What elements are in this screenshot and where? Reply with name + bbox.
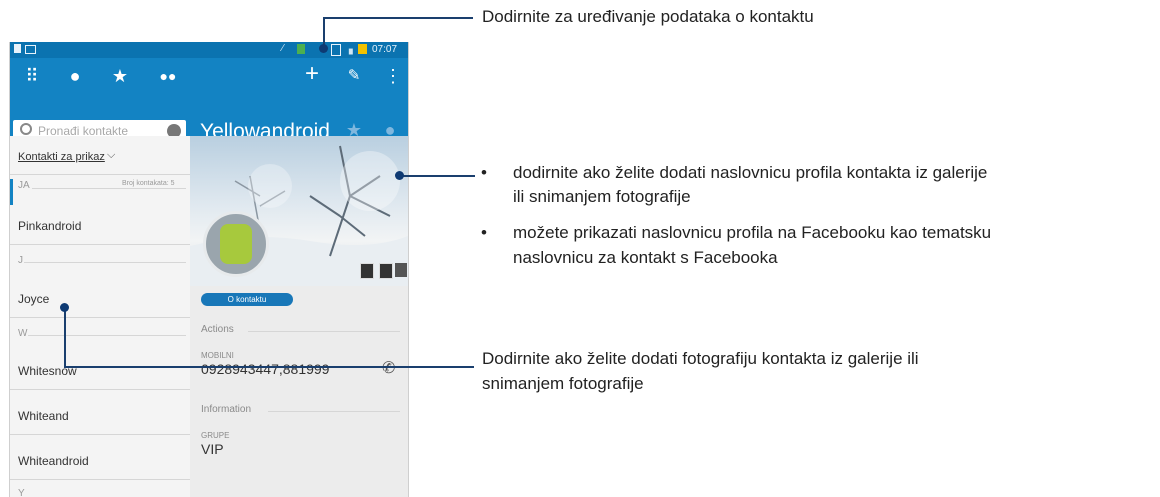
divider (10, 317, 190, 318)
section-line (268, 411, 400, 412)
section-line (24, 262, 186, 263)
status-bar: ⁄ ▗ 07:07 (10, 42, 408, 58)
battery-icon (358, 44, 367, 54)
information-label: Information (201, 404, 252, 415)
annotation-cover-2b: naslovnicu za kontakt s Facebooka (513, 248, 778, 267)
bullet-icon: • (481, 163, 487, 182)
search-icon (20, 123, 32, 135)
dialpad-icon[interactable]: ⠿ (22, 66, 42, 86)
section-header-j: J (18, 255, 23, 266)
actions-label: Actions (201, 324, 234, 335)
callout-dot-edit (319, 44, 328, 53)
annotation-photo-1: Dodirnite ako želite dodati fotografiju … (482, 349, 919, 368)
edit-icon[interactable]: ✎ (344, 66, 364, 86)
groups-tab-icon[interactable]: ●● (156, 66, 180, 86)
annotation-cover-1a: dodirnite ako želite dodati naslovnicu p… (513, 163, 988, 182)
app-toolbar: ⠿ ● ★ ●● + ✎ ⋮ Pronađi kontakte Yellowan… (10, 58, 408, 143)
list-item[interactable]: Joyce (18, 292, 49, 306)
list-item[interactable]: Whiteand (18, 409, 69, 423)
divider (10, 389, 190, 390)
divider (10, 174, 190, 175)
android-avatar-icon (220, 224, 252, 264)
section-line (28, 335, 186, 336)
list-item[interactable]: Pinkandroid (18, 219, 81, 233)
signal-icon: ▗ (345, 44, 353, 55)
annotation-cover-2a: možete prikazati naslovnicu profila na F… (513, 223, 992, 242)
scroll-indicator (10, 179, 13, 205)
mobile-number[interactable]: 0928943447,881999 (201, 361, 329, 377)
callout-line-photo-horizontal (64, 366, 474, 368)
section-line (32, 188, 186, 189)
divider (10, 434, 190, 435)
image-icon (25, 45, 36, 54)
callout-dot-cover (395, 171, 404, 180)
bullet-icon: • (481, 223, 487, 242)
add-contact-icon[interactable]: + (302, 62, 322, 86)
divider (10, 244, 190, 245)
chevron-down-icon[interactable]: ⌵ (107, 149, 115, 162)
contact-detail: O kontaktu Actions MOBILNI 0928943447,88… (190, 136, 408, 497)
section-header-y: Y (18, 488, 25, 497)
gallery-icon[interactable] (360, 263, 374, 279)
phone-icon[interactable]: ✆ (382, 358, 395, 378)
phone-screen: ⁄ ▗ 07:07 ⠿ ● ★ ●● + ✎ ⋮ Pronađi kontakt… (9, 42, 409, 497)
display-filter[interactable]: Kontakti za prikaz (18, 151, 105, 163)
section-header-w: W (18, 328, 28, 339)
favorites-tab-icon[interactable]: ★ (110, 66, 130, 86)
group-value: VIP (201, 441, 224, 457)
contact-photo[interactable] (203, 211, 269, 277)
settings-icon[interactable] (395, 263, 407, 277)
contact-count: Broj kontakata: 5 (122, 180, 175, 187)
annotation-photo-2: snimanjem fotografije (482, 374, 644, 393)
contacts-tab-icon[interactable]: ● (65, 66, 85, 86)
cover-photo[interactable] (190, 136, 408, 286)
group-label: GRUPE (201, 431, 230, 440)
section-line (248, 331, 400, 332)
section-header-ja: JA (18, 180, 30, 191)
mobile-label: MOBILNI (201, 351, 234, 360)
callout-dot-photo (60, 303, 69, 312)
file-icon (14, 44, 21, 53)
list-item[interactable]: Whiteandroid (18, 454, 89, 468)
callout-line-photo-vertical (64, 308, 66, 367)
contact-list: Kontakti za prikaz ⌵ JA Broj kontakata: … (10, 136, 190, 497)
annotation-cover-1b: ili snimanjem fotografije (513, 187, 691, 206)
battery-small-icon (331, 44, 341, 56)
annotation-edit: Dodirnite za uređivanje podataka o konta… (482, 7, 814, 26)
overflow-menu-icon[interactable]: ⋮ (384, 66, 402, 86)
divider (10, 479, 190, 480)
sim-icon (297, 44, 305, 54)
callout-line-cover (400, 175, 475, 177)
callout-line-edit-vertical (323, 17, 325, 47)
camera-icon[interactable] (379, 263, 393, 279)
status-time: 07:07 (372, 44, 398, 55)
about-contact-button[interactable]: O kontaktu (201, 293, 293, 306)
mute-icon: ⁄ (282, 43, 284, 54)
callout-line-edit-horizontal (323, 17, 473, 19)
